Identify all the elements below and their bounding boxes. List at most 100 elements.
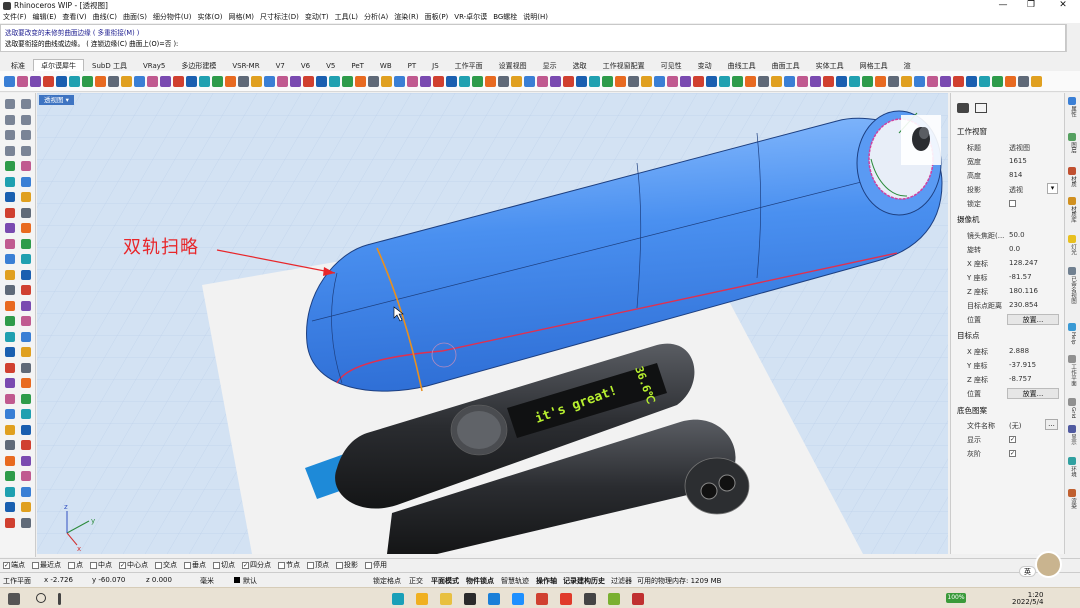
osnap-checkbox[interactable]: ✓: [119, 561, 126, 569]
menu-transform[interactable]: 变动(T): [305, 12, 329, 22]
minimize-button[interactable]: —: [990, 0, 1016, 11]
left-tool-icon[interactable]: [5, 145, 15, 156]
osnap-option[interactable]: ✓ 端点: [3, 560, 25, 570]
menu-edit[interactable]: 编辑(E): [33, 12, 57, 22]
tab-viewport-layout[interactable]: 工作视窗配置: [595, 59, 653, 71]
osnap-option[interactable]: 中点: [90, 560, 112, 570]
left-tool-icon[interactable]: [5, 440, 15, 450]
left-tool-icon[interactable]: [21, 238, 31, 249]
menu-mesh[interactable]: 网格(M): [229, 12, 255, 22]
toolbar-tool-icon[interactable]: [108, 76, 119, 87]
toolbar-tool-icon[interactable]: [459, 76, 470, 87]
toolbar-tool-icon[interactable]: [446, 76, 457, 87]
strip-named-views[interactable]: 已命名视图: [1067, 276, 1078, 304]
taskbar-app-icon[interactable]: [536, 593, 548, 605]
left-tool-icon[interactable]: [21, 176, 31, 187]
light-icon[interactable]: [1068, 235, 1076, 243]
toolbar-tool-icon[interactable]: [667, 76, 678, 87]
left-tool-icon[interactable]: [5, 362, 15, 373]
left-tool-icon[interactable]: [21, 331, 31, 342]
left-tool-icon[interactable]: [21, 486, 31, 497]
toolbar-tool-icon[interactable]: [407, 76, 418, 87]
toolbar-tool-icon[interactable]: [1005, 76, 1016, 87]
left-tool-icon[interactable]: [21, 300, 31, 311]
toolbar-tool-icon[interactable]: [199, 76, 210, 87]
left-tool-icon[interactable]: [5, 161, 15, 171]
osnap-option[interactable]: 垂点: [184, 560, 206, 570]
tab-transform[interactable]: 变动: [690, 59, 720, 71]
taskbar-app-icon[interactable]: [560, 593, 572, 605]
menu-panels[interactable]: 面板(P): [425, 12, 449, 22]
toolbar-tool-icon[interactable]: [69, 76, 80, 87]
left-tool-icon[interactable]: [5, 471, 15, 481]
left-tool-icon[interactable]: [21, 362, 31, 373]
strip-render[interactable]: 渲染: [1067, 498, 1078, 509]
toolbar-tool-icon[interactable]: [17, 76, 28, 87]
osnap-checkbox[interactable]: ✓: [3, 561, 10, 569]
toolbar-tool-icon[interactable]: [888, 76, 899, 87]
toolbar-tool-icon[interactable]: [901, 76, 912, 87]
tab-v5[interactable]: V5: [318, 59, 343, 71]
tab-v7[interactable]: V7: [268, 59, 293, 71]
tab-cplane[interactable]: 工作平面: [447, 59, 491, 71]
left-tool-icon[interactable]: [5, 378, 15, 388]
lens-value[interactable]: 50.0: [1009, 231, 1025, 239]
status-history[interactable]: 记录建构历史: [563, 576, 605, 586]
osnap-option[interactable]: 点: [68, 560, 83, 570]
toolbar-tool-icon[interactable]: [979, 76, 990, 87]
toolbar-tool-icon[interactable]: [342, 76, 353, 87]
toolbar-tool-icon[interactable]: [368, 76, 379, 87]
camera-x-value[interactable]: 128.247: [1009, 259, 1038, 267]
target-x-value[interactable]: 2.888: [1009, 347, 1029, 355]
toolbar-tool-icon[interactable]: [56, 76, 67, 87]
toolbar-tool-icon[interactable]: [862, 76, 873, 87]
show-checkbox[interactable]: ✓: [1009, 436, 1016, 443]
tab-poly-modeling[interactable]: 多边形建模: [173, 59, 224, 71]
osnap-option[interactable]: 切点: [213, 560, 235, 570]
tab-vsr-mr[interactable]: VSR-MR: [224, 59, 267, 71]
viewport-tab[interactable]: 透视图 ▾: [39, 95, 74, 105]
tab-subd-tools[interactable]: SubD 工具: [84, 59, 135, 71]
taskbar-app-icon[interactable]: [464, 593, 476, 605]
left-tool-icon[interactable]: [5, 300, 15, 311]
tab-wb[interactable]: WB: [372, 59, 400, 71]
clock[interactable]: 1:20 2022/5/4: [1012, 592, 1043, 606]
help-icon[interactable]: [1068, 323, 1076, 331]
osnap-option[interactable]: 投影: [336, 560, 358, 570]
tab-standard[interactable]: 标准: [3, 59, 33, 71]
strip-cplane[interactable]: 工作平面: [1067, 364, 1078, 386]
toolbar-tool-icon[interactable]: [576, 76, 587, 87]
command-history[interactable]: 选取要改变的未修剪曲面边缘 ( 多重衔接(M) ) 选取要衔接的曲线或边缘。 (…: [0, 24, 1066, 52]
material-icon[interactable]: [1068, 167, 1076, 175]
osnap-checkbox[interactable]: [32, 561, 39, 569]
toolbar-tool-icon[interactable]: [602, 76, 613, 87]
toolbar-tool-icon[interactable]: [680, 76, 691, 87]
toolbar-tool-icon[interactable]: [797, 76, 808, 87]
toolbar-tool-icon[interactable]: [628, 76, 639, 87]
left-tool-icon[interactable]: [5, 130, 15, 140]
toolbar-tool-icon[interactable]: [758, 76, 769, 87]
strip-grid[interactable]: Grid: [1067, 407, 1078, 419]
left-tool-icon[interactable]: [5, 269, 15, 280]
strip-lights[interactable]: 灯光: [1067, 244, 1078, 255]
viewport-icon[interactable]: [975, 103, 987, 113]
osnap-option[interactable]: 停用: [365, 560, 387, 570]
left-tool-icon[interactable]: [5, 176, 15, 187]
toolbar-tool-icon[interactable]: [732, 76, 743, 87]
osnap-checkbox[interactable]: ✓: [242, 561, 249, 569]
toolbar-tool-icon[interactable]: [186, 76, 197, 87]
strip-properties[interactable]: 属性: [1067, 106, 1078, 117]
toolbar-tool-icon[interactable]: [615, 76, 626, 87]
status-filter[interactable]: 过滤器: [611, 576, 632, 586]
toolbar-tool-icon[interactable]: [290, 76, 301, 87]
close-button[interactable]: ✕: [1050, 0, 1076, 11]
toolbar-tool-icon[interactable]: [992, 76, 1003, 87]
toolbar-tool-icon[interactable]: [251, 76, 262, 87]
left-tool-icon[interactable]: [5, 409, 15, 419]
left-tool-icon[interactable]: [5, 486, 15, 497]
tab-zhuoer[interactable]: 卓尔谟犀牛: [33, 59, 84, 71]
toolbar-tool-icon[interactable]: [43, 76, 54, 87]
left-tool-icon[interactable]: [21, 347, 31, 357]
target-y-value[interactable]: -37.915: [1009, 361, 1036, 369]
left-tool-icon[interactable]: [5, 455, 15, 466]
